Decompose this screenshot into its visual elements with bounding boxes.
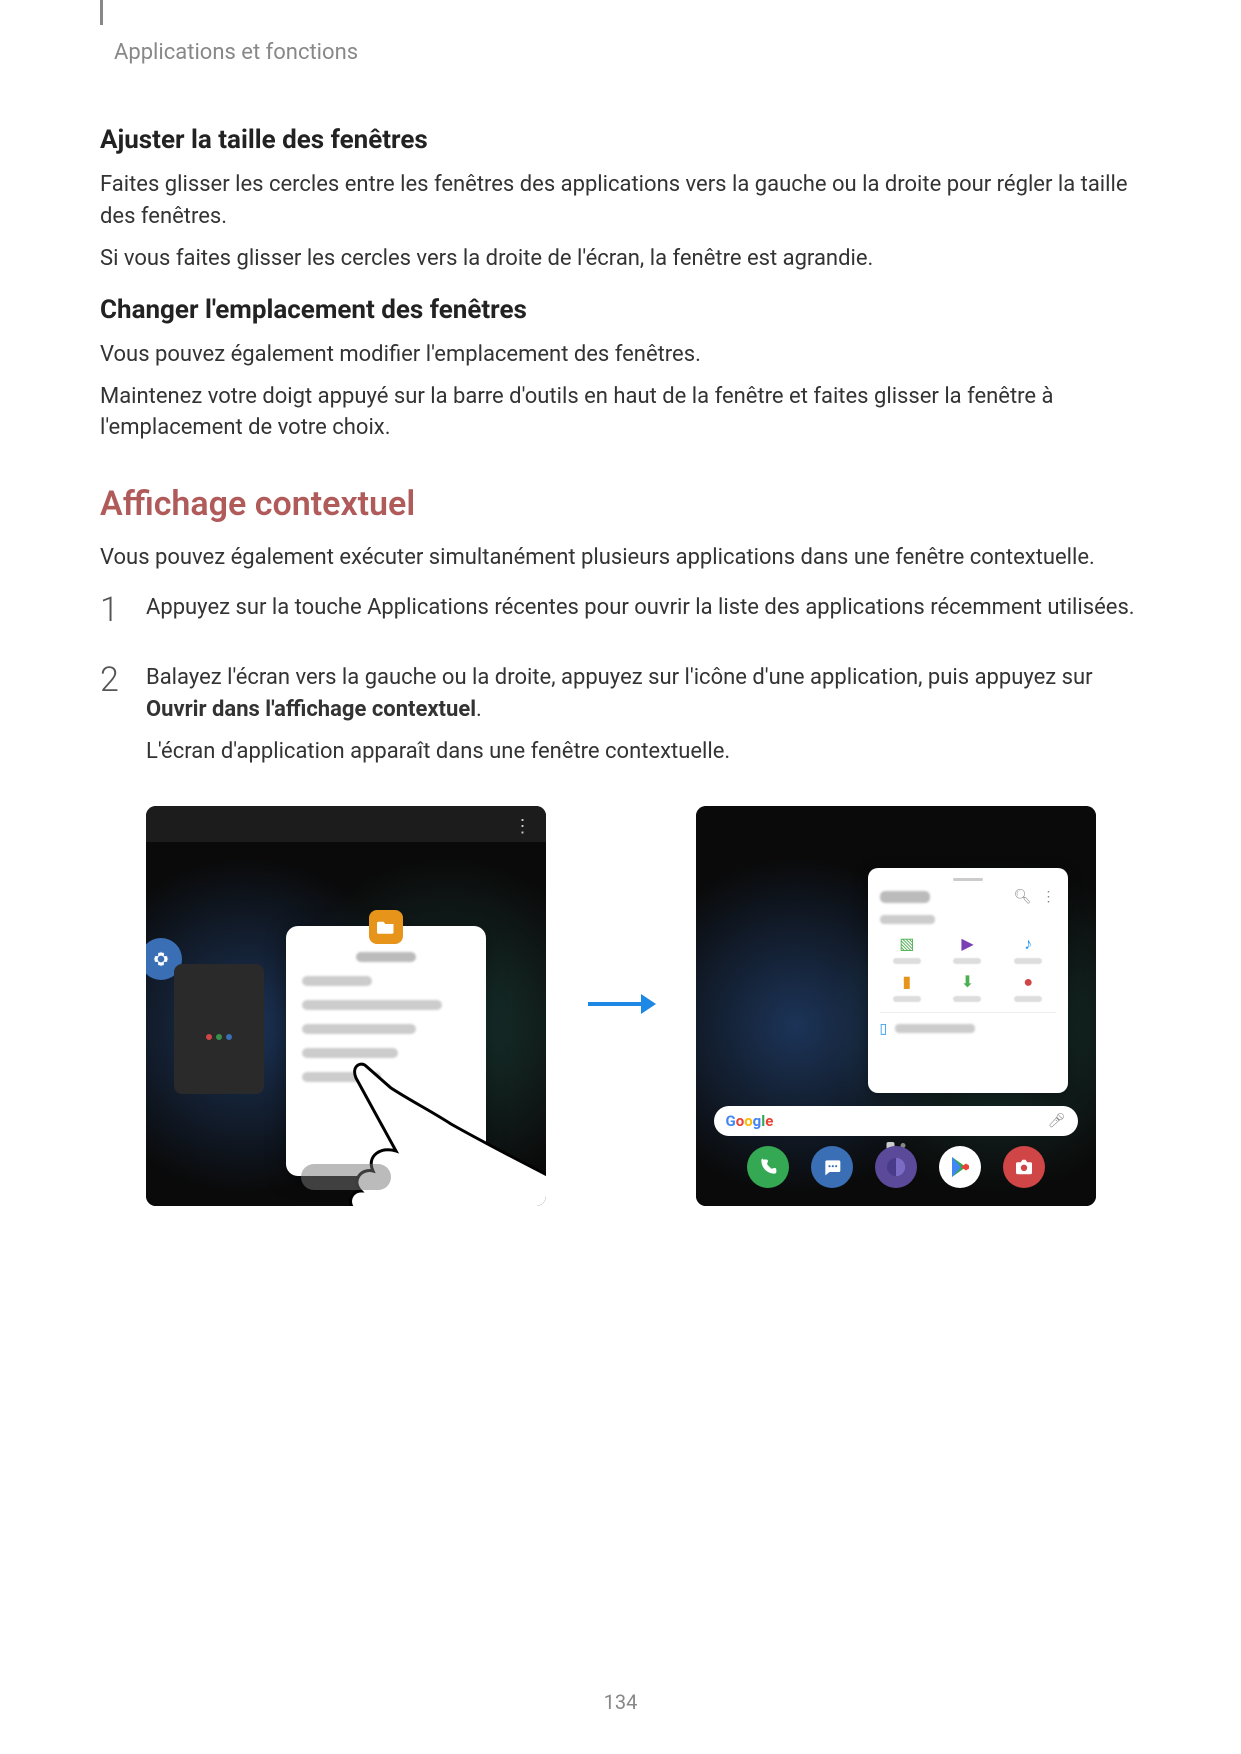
search-icon: 🔍︎ [1014, 889, 1032, 905]
step-1: 1 Appuyez sur la touche Applications réc… [100, 592, 1141, 634]
paragraph: Vous pouvez également modifier l'emplace… [100, 339, 1141, 371]
screenshot-recents: ⋮ [146, 806, 546, 1206]
browser-app-icon [875, 1146, 917, 1188]
phone-app-icon [747, 1146, 789, 1188]
camera-app-icon [1003, 1146, 1045, 1188]
step-list: 1 Appuyez sur la touche Applications réc… [100, 592, 1141, 778]
audio-icon: ♪ [1018, 934, 1038, 954]
breadcrumb: Applications et fonctions [114, 40, 1141, 65]
step-text: Balayez l'écran vers la gauche ou la dro… [146, 662, 1141, 726]
heading-change-position: Changer l'emplacement des fenêtres [100, 295, 1141, 325]
app-dock [747, 1146, 1045, 1188]
recent-app-tile [174, 964, 264, 1094]
downloads-icon: ⬇ [957, 972, 977, 992]
messages-app-icon [811, 1146, 853, 1188]
step-text: Appuyez sur la touche Applications récen… [146, 592, 1135, 624]
popup-window: 🔍︎ ⋮ ▧ ▶ ♪ ▮ ⬇ ● ▯ [868, 868, 1068, 1093]
search-bar: ⋮ [146, 806, 546, 842]
paragraph: Vous pouvez également exécuter simultané… [100, 542, 1141, 574]
step-text: L'écran d'application apparaît dans une … [146, 736, 1141, 768]
apk-icon: ● [1018, 972, 1038, 992]
blur-text [302, 1000, 443, 1010]
blur-text [302, 976, 372, 986]
play-store-app-icon [939, 1146, 981, 1188]
blur-text [880, 915, 935, 924]
arrow-right-icon [586, 989, 656, 1023]
more-icon: ⋮ [514, 816, 532, 837]
drag-handle [953, 878, 983, 881]
paragraph: Faites glisser les cercles entre les fen… [100, 169, 1141, 233]
close-all-button [301, 1164, 391, 1190]
blur-text [356, 952, 416, 962]
more-icon: ⋮ [1042, 889, 1056, 905]
mic-icon: 🎤︎ [1048, 1113, 1066, 1129]
heading-adjust-windows: Ajuster la taille des fenêtres [100, 125, 1141, 155]
google-logo: Google [726, 1112, 774, 1130]
videos-icon: ▶ [957, 934, 977, 954]
header-accent-line [100, 0, 103, 25]
step-number: 2 [100, 662, 128, 778]
google-search-bar: Google 🎤︎ [714, 1106, 1078, 1136]
page-content: Applications et fonctions Ajuster la tai… [0, 0, 1241, 1206]
step-number: 1 [100, 592, 128, 634]
screenshot-popup-result: 🔍︎ ⋮ ▧ ▶ ♪ ▮ ⬇ ● ▯ [696, 806, 1096, 1206]
paragraph: Maintenez votre doigt appuyé sur la barr… [100, 381, 1141, 445]
figure-row: ⋮ [100, 806, 1141, 1206]
category-grid: ▧ ▶ ♪ ▮ ⬇ ● [880, 934, 1056, 1002]
step-2: 2 Balayez l'écran vers la gauche ou la d… [100, 662, 1141, 778]
paragraph: Si vous faites glisser les cercles vers … [100, 243, 1141, 275]
blur-text [880, 891, 930, 903]
documents-icon: ▮ [897, 972, 917, 992]
blur-text [895, 1024, 975, 1033]
heading-popup-view: Affichage contextuel [100, 484, 1141, 524]
blur-text [302, 1024, 416, 1034]
images-icon: ▧ [897, 934, 917, 954]
phone-storage-icon: ▯ [880, 1021, 888, 1037]
folder-icon [369, 910, 403, 944]
page-number: 134 [604, 1690, 638, 1714]
storage-row: ▯ [880, 1012, 1056, 1037]
